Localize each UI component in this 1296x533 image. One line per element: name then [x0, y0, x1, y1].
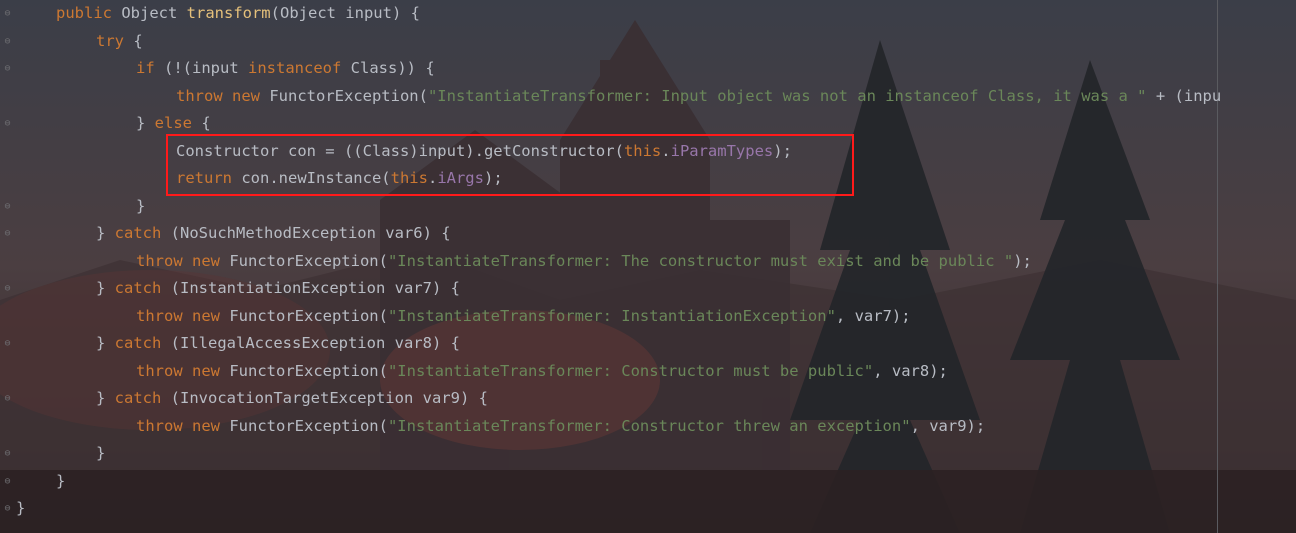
fold-marker-icon[interactable]: ⊖ [3, 228, 12, 239]
code-token: } [16, 499, 26, 517]
code-token: (!(input [154, 59, 248, 77]
code-token: } [96, 224, 115, 242]
code-token: { [192, 114, 211, 132]
code-token: new [192, 361, 230, 380]
fold-marker-icon[interactable]: ⊖ [3, 448, 12, 459]
code-token: (InstantiationException var7) { [161, 279, 460, 297]
code-line[interactable]: throw new FunctorException("InstantiateT… [16, 358, 1221, 386]
code-line[interactable]: } [16, 193, 1221, 221]
code-token: FunctorException( [229, 251, 388, 270]
code-token: (InvocationTargetException var9) { [161, 389, 488, 407]
code-token: "InstantiateTransformer: Constructor thr… [387, 416, 911, 435]
highlight-box [166, 134, 854, 196]
code-token: catch [114, 389, 162, 407]
code-token: throw [176, 86, 232, 105]
code-token: if [136, 59, 155, 77]
code-token: FunctorException( [229, 361, 388, 380]
fold-marker-icon[interactable]: ⊖ [3, 338, 12, 349]
code-token: throw [136, 251, 192, 270]
code-token: } [136, 196, 146, 215]
code-token: } [96, 389, 115, 407]
code-token: "InstantiateTransformer: InstantiationEx… [387, 306, 836, 325]
code-token: } [96, 444, 106, 462]
code-line[interactable]: } catch (IllegalAccessException var8) { [16, 330, 1221, 358]
code-token: new [192, 306, 230, 325]
code-token: catch [114, 224, 162, 242]
code-line[interactable]: try { [16, 28, 1221, 56]
code-token: FunctorException( [229, 306, 388, 325]
code-token: "InstantiateTransformer: The constructor… [387, 251, 1014, 270]
code-token: } [136, 114, 155, 132]
code-token: throw [136, 306, 192, 325]
code-token: + (inpu [1146, 86, 1222, 105]
code-token: FunctorException( [229, 416, 388, 435]
code-line[interactable]: throw new FunctorException("InstantiateT… [16, 248, 1221, 276]
fold-marker-icon[interactable]: ⊖ [3, 503, 12, 514]
code-token: try [96, 31, 124, 50]
code-token: new [192, 251, 230, 270]
code-line[interactable]: if (!(input instanceof Class)) { [16, 55, 1221, 83]
code-line[interactable]: } [16, 495, 1221, 523]
code-token: } [96, 334, 115, 352]
code-line[interactable]: } catch (InstantiationException var7) { [16, 275, 1221, 303]
code-token: , var7); [835, 306, 911, 325]
code-token: Class)) { [341, 59, 435, 77]
code-token: else [154, 114, 192, 132]
code-line[interactable]: } [16, 440, 1221, 468]
code-token: (Object input) { [270, 4, 420, 22]
fold-marker-icon[interactable]: ⊖ [3, 36, 12, 47]
code-token: instanceof [248, 59, 342, 77]
code-token: } [96, 279, 115, 297]
code-token: FunctorException( [269, 86, 428, 105]
code-token: catch [114, 279, 162, 297]
code-token: , var9); [910, 416, 986, 435]
code-token: ); [1013, 251, 1032, 270]
code-token: } [56, 471, 66, 490]
code-token: throw [136, 361, 192, 380]
fold-marker-icon[interactable]: ⊖ [3, 476, 12, 487]
code-token: transform [186, 4, 271, 22]
fold-marker-icon[interactable]: ⊖ [3, 283, 12, 294]
code-token: catch [114, 334, 162, 352]
code-token: "InstantiateTransformer: Input object wa… [427, 86, 1147, 105]
fold-marker-icon[interactable]: ⊖ [3, 201, 12, 212]
code-line[interactable]: } catch (NoSuchMethodException var6) { [16, 220, 1221, 248]
code-line[interactable]: } [16, 468, 1221, 496]
fold-marker-icon[interactable]: ⊖ [3, 393, 12, 404]
code-line[interactable]: public Object transform(Object input) { [16, 0, 1221, 28]
code-token: "InstantiateTransformer: Constructor mus… [387, 361, 874, 380]
fold-marker-icon[interactable]: ⊖ [3, 118, 12, 129]
fold-marker-icon[interactable]: ⊖ [3, 8, 12, 19]
code-token: (IllegalAccessException var8) { [161, 334, 460, 352]
code-line[interactable]: } catch (InvocationTargetException var9)… [16, 385, 1221, 413]
code-token: Object [121, 4, 187, 22]
fold-marker-icon[interactable]: ⊖ [3, 63, 12, 74]
code-token: (NoSuchMethodException var6) { [161, 224, 451, 242]
code-editor[interactable]: public Object transform(Object input) {t… [16, 0, 1221, 523]
code-token: , var8); [873, 361, 948, 380]
code-token: throw [136, 416, 192, 435]
code-line[interactable]: throw new FunctorException("InstantiateT… [16, 83, 1221, 111]
code-token: new [192, 416, 230, 435]
code-token: new [232, 86, 270, 105]
code-token: public [56, 4, 122, 22]
code-line[interactable]: throw new FunctorException("InstantiateT… [16, 413, 1221, 441]
code-token: { [124, 31, 143, 50]
code-line[interactable]: throw new FunctorException("InstantiateT… [16, 303, 1221, 331]
